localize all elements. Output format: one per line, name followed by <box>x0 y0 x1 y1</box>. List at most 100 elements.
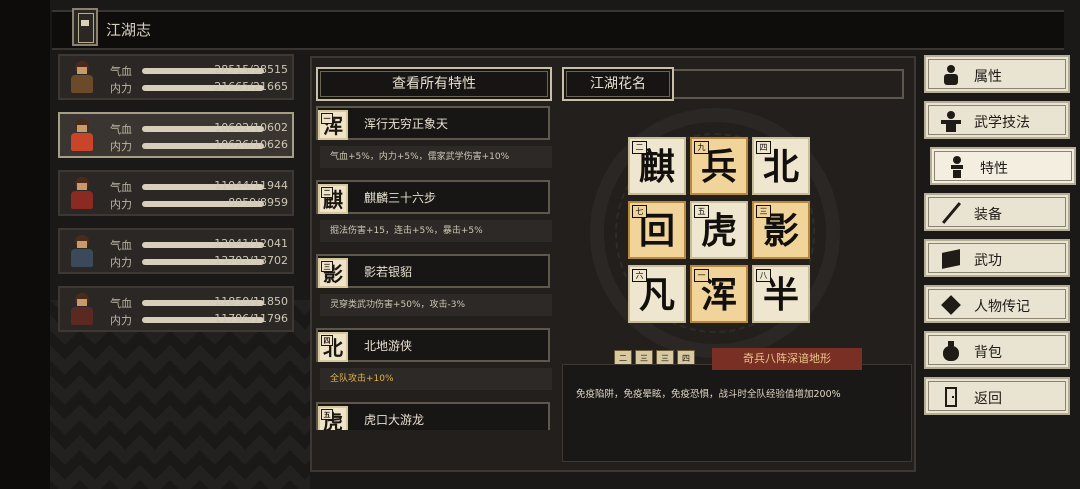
hp-value: 28515/28515 <box>214 63 288 76</box>
hp-label: 气血 <box>110 239 132 252</box>
trait-item[interactable]: 一浑 浑行无穷正象天 气血+5%，内力+5%，儒家武学伤害+10% <box>316 106 552 172</box>
tile-number: 四 <box>756 141 771 154</box>
character-card[interactable]: 气血 10602/10602 内力 10626/10626 <box>58 112 294 158</box>
hp-label: 气血 <box>110 297 132 310</box>
trait-char-tile: 二麒 <box>318 184 348 214</box>
character-avatar <box>64 59 100 95</box>
character-card[interactable]: 气血 28515/28515 内力 21665/21665 <box>58 54 294 100</box>
formation-tile[interactable]: 一浑 <box>690 265 748 323</box>
nickname-bar <box>674 69 904 99</box>
menu-button-1[interactable]: 武学技法 <box>924 101 1070 139</box>
hp-value: 11850/11850 <box>214 295 288 308</box>
mp-value: 8959/8959 <box>228 196 288 209</box>
menu-button-4[interactable]: 武功 <box>924 239 1070 277</box>
menu-label: 特性 <box>980 161 1008 177</box>
trait-name: 麒麟三十六步 <box>364 191 437 205</box>
mp-value: 13702/13702 <box>214 254 288 267</box>
martial-arts-icon <box>940 110 962 132</box>
character-avatar <box>64 233 100 269</box>
trait-name-box <box>316 328 550 362</box>
formation-tile[interactable]: 二麒 <box>628 137 686 195</box>
mp-value: 10626/10626 <box>214 138 288 151</box>
trait-tile-number: 三 <box>321 261 333 272</box>
hp-value: 12041/12041 <box>214 237 288 250</box>
trait-item[interactable]: 四北 北地游侠 全队攻击+10% <box>316 328 552 394</box>
trait-description: 灵穿类武功伤害+50%，攻击-3% <box>320 294 552 316</box>
view-all-traits-button[interactable]: 查看所有特性 <box>316 67 552 101</box>
trait-description: 全队攻击+10% <box>320 368 552 390</box>
hp-label: 气血 <box>110 65 132 78</box>
tile-number: 五 <box>694 205 709 218</box>
formation-tile[interactable]: 五虎 <box>690 201 748 259</box>
character-card[interactable]: 气血 12041/12041 内力 13702/13702 <box>58 228 294 274</box>
trait-list[interactable]: 一浑 浑行无穷正象天 气血+5%，内力+5%，儒家武学伤害+10% 二麒 麒麟三… <box>312 104 558 430</box>
trait-name-box <box>316 254 550 288</box>
trait-char-tile: 五虎 <box>318 406 348 430</box>
mp-label: 内力 <box>110 256 132 269</box>
menu-label: 武功 <box>974 253 1002 269</box>
menu-button-7[interactable]: 返回 <box>924 377 1070 415</box>
trait-icon <box>946 156 968 178</box>
tile-number: 九 <box>694 141 709 154</box>
trait-item[interactable]: 五虎 虎口大游龙 <box>316 402 552 430</box>
menu-label: 属性 <box>974 69 1002 85</box>
trait-item[interactable]: 二麒 麒麟三十六步 掘法伤害+15，连击+5%，暴击+5% <box>316 180 552 246</box>
menu-label: 武学技法 <box>974 115 1030 131</box>
tile-number: 八 <box>756 269 771 282</box>
exit-door-icon <box>940 386 962 408</box>
menu-button-6[interactable]: 背包 <box>924 331 1070 369</box>
trait-tile-number: 一 <box>321 113 333 124</box>
hp-label: 气血 <box>110 181 132 194</box>
trait-name: 浑行无穷正象天 <box>364 117 449 131</box>
trait-char-tile: 三影 <box>318 258 348 288</box>
page-title: 江湖志 <box>106 21 152 39</box>
tile-number: 三 <box>756 205 771 218</box>
trait-description: 气血+5%，内力+5%，儒家武学伤害+10% <box>320 146 552 168</box>
character-avatar <box>64 175 100 211</box>
formation-tile[interactable]: 八半 <box>752 265 810 323</box>
mp-value: 11796/11796 <box>214 312 288 325</box>
person-icon <box>940 64 962 86</box>
trait-item[interactable]: 三影 影若银貂 灵穿类武功伤害+50%，攻击-3% <box>316 254 552 320</box>
character-avatar <box>64 117 100 153</box>
tile-number: 二 <box>632 141 647 154</box>
menu-button-0[interactable]: 属性 <box>924 55 1070 93</box>
mp-label: 内力 <box>110 198 132 211</box>
menu-label: 背包 <box>974 345 1002 361</box>
formation-tile[interactable]: 九兵 <box>690 137 748 195</box>
sword-icon <box>940 202 962 224</box>
menu-label: 装备 <box>974 207 1002 223</box>
book-icon <box>940 248 962 270</box>
biography-icon <box>940 294 962 316</box>
mp-label: 内力 <box>110 82 132 95</box>
formation-tile[interactable]: 四北 <box>752 137 810 195</box>
trait-tile-number: 二 <box>321 187 333 198</box>
mp-label: 内力 <box>110 140 132 153</box>
trait-description: 掘法伤害+15，连击+5%，暴击+5% <box>320 220 552 242</box>
menu-button-3[interactable]: 装备 <box>924 193 1070 231</box>
trait-name: 虎口大游龙 <box>364 413 425 427</box>
character-card[interactable]: 气血 11850/11850 内力 11796/11796 <box>58 286 294 332</box>
mp-label: 内力 <box>110 314 132 327</box>
tile-number: 六 <box>632 269 647 282</box>
formation-effect-title: 奇兵八阵深谙地形 <box>712 348 862 370</box>
trait-char-tile: 四北 <box>318 332 348 362</box>
formation-tile[interactable]: 六凡 <box>628 265 686 323</box>
formation-tile[interactable]: 七回 <box>628 201 686 259</box>
hp-value: 11944/11944 <box>214 179 288 192</box>
menu-label: 人物传记 <box>974 299 1030 315</box>
hp-label: 气血 <box>110 123 132 136</box>
menu-button-2[interactable]: 特性 <box>930 147 1076 185</box>
character-card[interactable]: 气血 11944/11944 内力 8959/8959 <box>58 170 294 216</box>
trait-name-box <box>316 402 550 430</box>
journal-book-icon <box>72 8 98 46</box>
menu-label: 返回 <box>974 391 1002 407</box>
menu-button-5[interactable]: 人物传记 <box>924 285 1070 323</box>
character-avatar <box>64 291 100 327</box>
trait-tile-number: 五 <box>321 409 333 420</box>
formation-tile[interactable]: 三影 <box>752 201 810 259</box>
trait-char-tile: 一浑 <box>318 110 348 140</box>
left-edge <box>0 0 50 489</box>
tile-number: 一 <box>694 269 709 282</box>
trait-name: 北地游侠 <box>364 339 413 353</box>
